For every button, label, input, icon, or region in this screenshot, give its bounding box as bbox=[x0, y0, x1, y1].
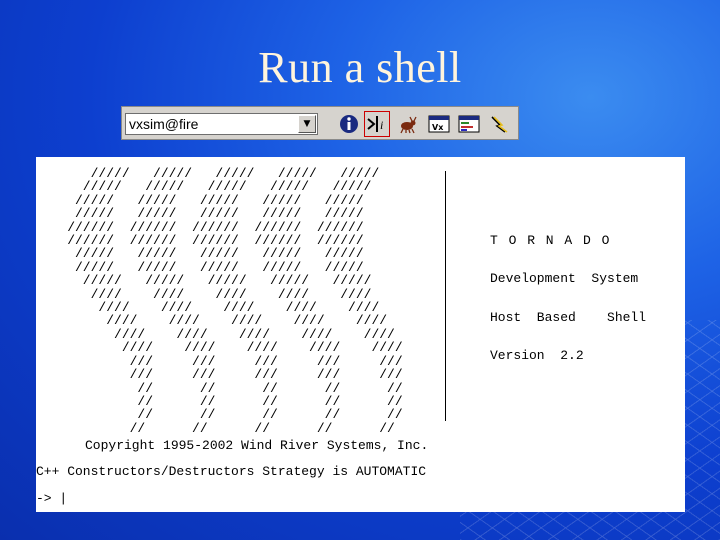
product-name: T O R N A D O bbox=[490, 233, 611, 248]
shell-terminal[interactable]: ///// ///// ///// ///// ///// ///// ////… bbox=[36, 157, 685, 512]
svg-text:i: i bbox=[380, 118, 383, 132]
vxworks-button[interactable]: Vx bbox=[426, 111, 452, 137]
windview-button[interactable] bbox=[486, 111, 512, 137]
info-icon bbox=[340, 115, 358, 133]
svg-text:Vx: Vx bbox=[432, 123, 444, 132]
copyright-text: Copyright 1995-2002 Wind River Systems, … bbox=[85, 438, 429, 453]
shell-prompt[interactable]: -> | bbox=[36, 491, 67, 506]
vxworks-icon: Vx bbox=[428, 115, 450, 133]
shell-icon: i bbox=[367, 116, 383, 132]
target-server-combo[interactable]: vxsim@fire ▼ bbox=[125, 113, 318, 135]
tornado-ascii-logo: ///// ///// ///// ///// ///// ///// ////… bbox=[67, 166, 403, 436]
windview-icon bbox=[491, 116, 508, 133]
browser-button[interactable] bbox=[456, 111, 482, 137]
logo-divider bbox=[445, 171, 446, 421]
product-line-1: Development System bbox=[490, 271, 639, 286]
browser-icon bbox=[458, 115, 480, 133]
slide-title: Run a shell bbox=[258, 43, 462, 92]
debugger-button[interactable] bbox=[394, 111, 420, 137]
target-server-value: vxsim@fire bbox=[129, 116, 199, 132]
chevron-down-icon[interactable]: ▼ bbox=[298, 115, 316, 133]
constructors-text: C++ Constructors/Destructors Strategy is… bbox=[36, 464, 427, 479]
version-text: Version 2.2 bbox=[490, 348, 584, 363]
tornado-toolbar: vxsim@fire ▼ i Vx bbox=[121, 106, 519, 140]
launch-shell-button[interactable]: i bbox=[364, 111, 390, 137]
product-line-2: Host Based Shell bbox=[490, 310, 647, 325]
target-info-button[interactable] bbox=[336, 111, 362, 137]
debugger-icon bbox=[400, 116, 417, 134]
